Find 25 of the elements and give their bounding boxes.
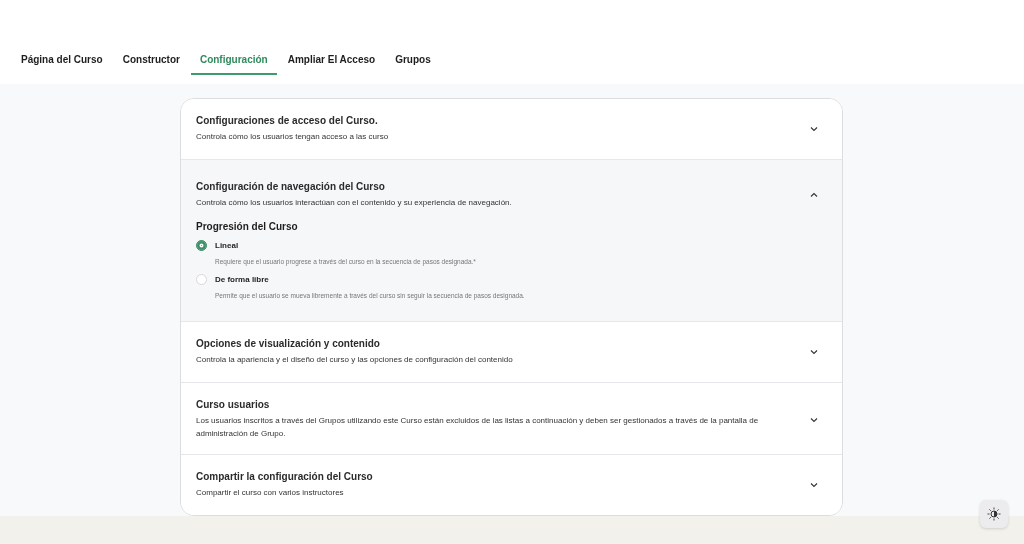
chevron-up-icon[interactable] [809,190,819,200]
option-label: Lineal [215,241,239,250]
radio-button[interactable] [196,240,207,251]
sun-icon [987,507,1001,521]
theme-toggle-button[interactable] [980,500,1008,528]
tab[interactable]: Ampliar El Acceso [278,54,385,75]
section-title: Compartir la configuración del Curso [196,471,374,482]
tab[interactable]: Configuración [190,54,277,75]
section-description: Controla cómo los usuarios tengan acceso a las curso [196,131,390,143]
chevron-down-icon[interactable] [809,480,819,490]
section-title: Opciones de visualización y contenido [196,338,381,349]
section-description: Controla cómo los usuarios interactúan con el contenido y su experiencia de navegación. [196,197,513,209]
tab[interactable]: Grupos [386,54,440,75]
option-label: De forma libre [215,275,269,284]
tab[interactable]: Constructor [113,54,189,75]
chevron-down-icon[interactable] [809,124,819,134]
section-description: Compartir el curso con varios instructores [196,487,345,499]
section-description: Controla la apariencia y el diseño del curso y las opciones de configuración del contenido [196,354,514,366]
chevron-down-icon[interactable] [809,347,819,357]
tab[interactable]: Página del Curso [12,54,112,75]
section-title: Curso usuarios [196,399,271,410]
section-title: Configuración de navegación del Curso [196,181,386,192]
section-title: Configuraciones de acceso del Curso. [196,115,379,126]
group-title: Progresión del Curso [196,221,299,232]
section-description: Los usuarios inscritos a través del Grupos utilizando este Curso están excluidos de las listas a continuación y deben ser gestionados a través de la pantalla de administración de Grupo. [196,415,760,440]
